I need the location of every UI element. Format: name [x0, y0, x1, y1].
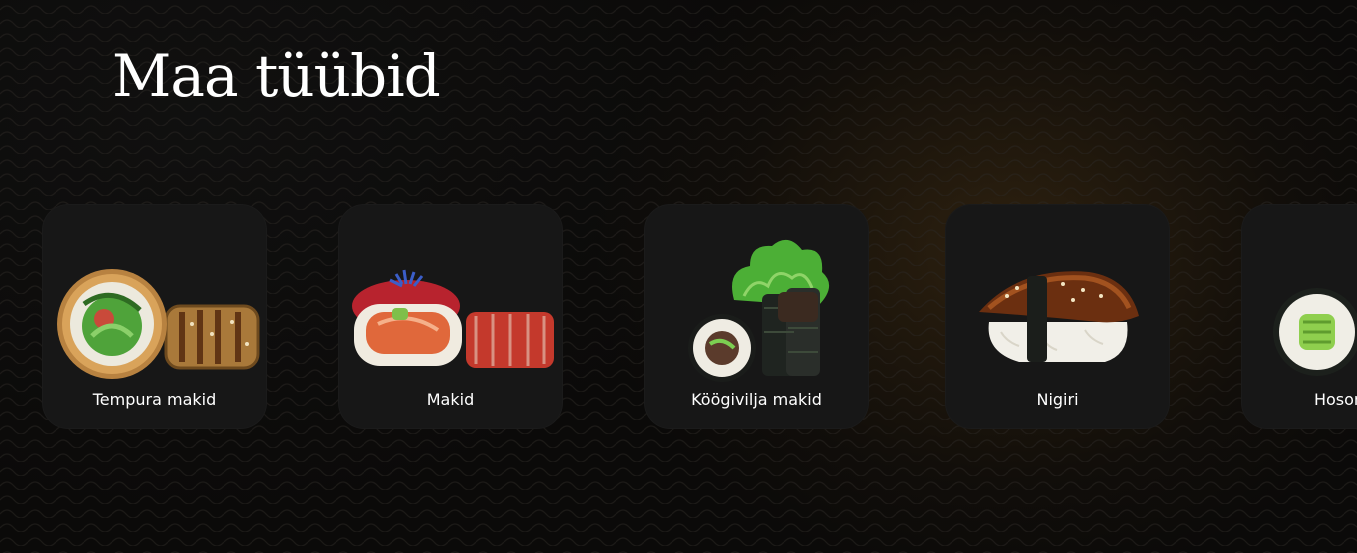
category-card-tempura-makid[interactable]: Tempura makid	[42, 204, 267, 429]
nigiri-image	[979, 271, 1139, 362]
vegetable-maki-image	[688, 239, 830, 382]
category-label: Hosomaki	[1313, 390, 1357, 409]
tempura-maki-image	[57, 269, 260, 379]
category-card-makid[interactable]: Makid	[338, 204, 563, 429]
category-card-hosomaki[interactable]: Hosomaki	[1241, 204, 1357, 429]
category-card-koogivilja-makid[interactable]: Köögivilja makid	[644, 204, 869, 429]
category-label: Tempura makid	[92, 390, 217, 409]
category-card-nigiri[interactable]: Nigiri	[945, 204, 1170, 429]
category-label: Makid	[426, 390, 475, 409]
category-label: Köögivilja makid	[691, 390, 822, 409]
section-title: Maa tüübid	[112, 42, 441, 110]
maki-image	[352, 269, 554, 368]
category-label: Nigiri	[1036, 390, 1079, 409]
hosomaki-image	[1273, 288, 1357, 376]
category-carousel[interactable]: Tempura makid Makid Köögivilja makid Nig…	[0, 204, 1357, 430]
